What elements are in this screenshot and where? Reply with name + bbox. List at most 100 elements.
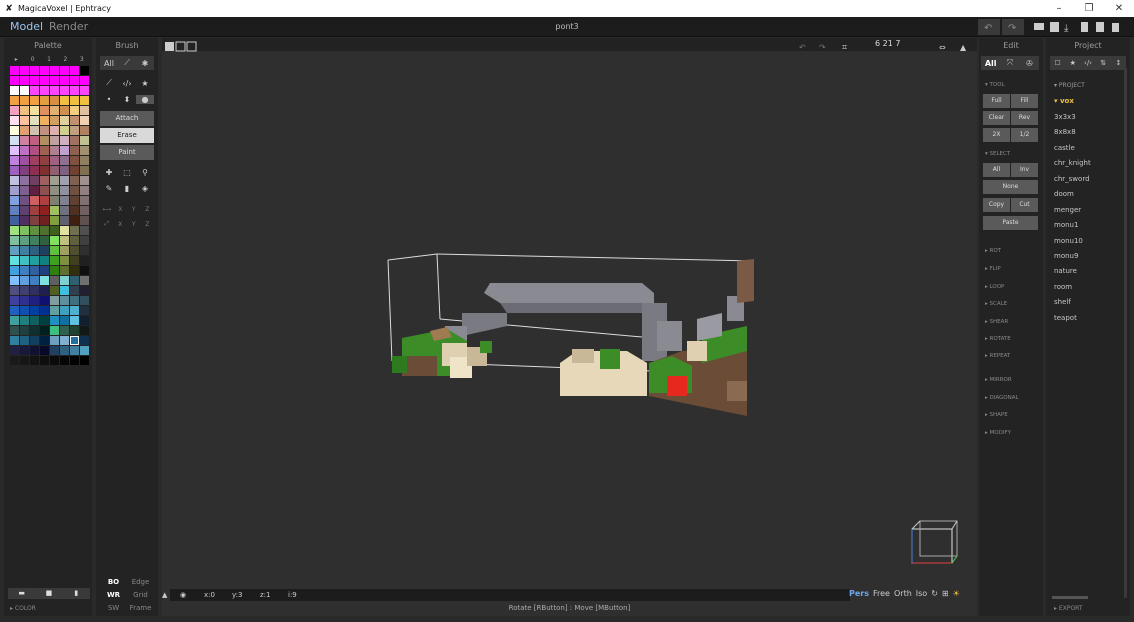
minimize-button[interactable]: –	[1044, 0, 1074, 17]
palette-swatch[interactable]	[70, 196, 79, 205]
scale-section[interactable]: ▸ SCALE	[985, 301, 1007, 307]
palette-swatch[interactable]	[60, 136, 69, 145]
palette-swatch[interactable]	[50, 266, 59, 275]
grid-view-icon[interactable]: ⊞	[942, 589, 949, 598]
project-order-icon[interactable]: ↕	[1111, 59, 1126, 67]
palette-swatch[interactable]	[50, 346, 59, 355]
palette-swatch[interactable]	[50, 66, 59, 75]
view-pers[interactable]: Pers	[849, 589, 869, 598]
palette-swatch[interactable]	[50, 356, 59, 365]
repeat-section[interactable]: ▸ REPEAT	[985, 353, 1010, 359]
palette-swatch[interactable]	[30, 226, 39, 235]
palette-swatch[interactable]	[10, 276, 19, 285]
palette-swatch[interactable]	[60, 306, 69, 315]
palette-swatch[interactable]	[70, 176, 79, 185]
palette-swatch[interactable]	[10, 296, 19, 305]
tab-render[interactable]: Render	[49, 20, 88, 33]
palette-swatch[interactable]	[80, 316, 89, 325]
palette-swatch[interactable]	[50, 166, 59, 175]
palette-swatch[interactable]	[50, 116, 59, 125]
palette-swatch[interactable]	[50, 206, 59, 215]
palette-swatch[interactable]	[60, 186, 69, 195]
palette-swatch[interactable]	[30, 186, 39, 195]
palette-swatch[interactable]	[80, 266, 89, 275]
status-toggle-icon[interactable]: ▲	[162, 589, 172, 601]
palette-swatch[interactable]	[70, 276, 79, 285]
palette-swatch[interactable]	[30, 336, 39, 345]
palette-swatch[interactable]	[10, 176, 19, 185]
palette-swatch[interactable]	[60, 356, 69, 365]
palette-swatch[interactable]	[40, 276, 49, 285]
palette-swatch[interactable]	[20, 306, 29, 315]
palette-swatch[interactable]	[60, 326, 69, 335]
project-item[interactable]: doom	[1054, 190, 1074, 198]
palette-swatch[interactable]	[70, 326, 79, 335]
palette-swatch[interactable]	[60, 126, 69, 135]
palette-swatch[interactable]	[20, 186, 29, 195]
palette-swatch[interactable]	[40, 346, 49, 355]
palette-swatch[interactable]	[30, 316, 39, 325]
palette-swatch[interactable]	[80, 296, 89, 305]
palette-swatch[interactable]	[50, 156, 59, 165]
palette-swatch[interactable]	[40, 256, 49, 265]
palette-swatch[interactable]	[70, 256, 79, 265]
palette-swatch[interactable]	[40, 66, 49, 75]
loop-section[interactable]: ▸ LOOP	[985, 284, 1004, 290]
palette-swatch[interactable]	[30, 326, 39, 335]
palette-swatch[interactable]	[20, 96, 29, 105]
palette-swatch[interactable]	[30, 66, 39, 75]
palette-swatch[interactable]	[80, 206, 89, 215]
palette-swatch[interactable]	[10, 96, 19, 105]
palette-swatch[interactable]	[20, 156, 29, 165]
palette-swatch[interactable]	[60, 336, 69, 345]
palette-swatch[interactable]	[30, 296, 39, 305]
flip-section[interactable]: ▸ FLIP	[985, 266, 1001, 272]
project-item[interactable]: teapot	[1054, 314, 1077, 322]
palette-swatch[interactable]	[10, 336, 19, 345]
project-item[interactable]: menger	[1054, 206, 1081, 214]
palette-swatch[interactable]	[80, 76, 89, 85]
select-box-icon[interactable]: ⬚	[118, 168, 136, 177]
cut-button[interactable]: Cut	[1011, 198, 1038, 212]
palette-swatch[interactable]	[30, 76, 39, 85]
option-grid[interactable]: Grid	[127, 589, 154, 602]
palette-swatch[interactable]	[50, 106, 59, 115]
brush-settings-icon[interactable]: ✱	[136, 59, 154, 68]
color-section-toggle[interactable]: ▸ COLOR	[10, 605, 36, 612]
palette-swatch[interactable]	[40, 106, 49, 115]
palette-swatch[interactable]	[60, 166, 69, 175]
palette-swatch[interactable]	[20, 216, 29, 225]
brush-pin-icon[interactable]: ⬍	[118, 95, 136, 104]
palette-swatch[interactable]	[10, 306, 19, 315]
palette-swatch[interactable]	[80, 156, 89, 165]
palette-swatch[interactable]	[50, 96, 59, 105]
palette-swatch[interactable]	[80, 326, 89, 335]
mirror-section[interactable]: ▸ MIRROR	[985, 377, 1012, 383]
palette-swatch[interactable]	[60, 316, 69, 325]
export-section-toggle[interactable]: ▸ EXPORT	[1054, 605, 1083, 612]
palette-swatch[interactable]	[50, 136, 59, 145]
palette-swatch[interactable]	[20, 176, 29, 185]
palette-swatch[interactable]	[70, 336, 79, 345]
palette-swatch[interactable]	[30, 286, 39, 295]
palette-swatch[interactable]	[10, 246, 19, 255]
paste-button[interactable]: Paste	[983, 216, 1038, 230]
palette-swatch[interactable]	[60, 96, 69, 105]
rotate-section[interactable]: ▸ ROTATE	[985, 336, 1011, 342]
palette-swatch[interactable]	[40, 76, 49, 85]
palette-swatch[interactable]	[20, 346, 29, 355]
copy-button[interactable]: Copy	[983, 198, 1010, 212]
palette-swatch[interactable]	[20, 356, 29, 365]
project-item[interactable]: 8x8x8	[1054, 128, 1076, 136]
project-item[interactable]: room	[1054, 283, 1072, 291]
palette-swatch[interactable]	[70, 356, 79, 365]
tool-section[interactable]: ▾ TOOL	[985, 82, 1005, 88]
edit-expand-icon[interactable]: ⤧	[1000, 58, 1019, 68]
palette-swatch[interactable]	[30, 136, 39, 145]
palette-swatch[interactable]	[30, 196, 39, 205]
palette-swatch[interactable]	[80, 276, 89, 285]
palette-swatch[interactable]	[10, 86, 19, 95]
palette-swatch[interactable]	[60, 256, 69, 265]
palette-swatch[interactable]	[40, 326, 49, 335]
palette-tab-3[interactable]: 3	[74, 55, 90, 64]
